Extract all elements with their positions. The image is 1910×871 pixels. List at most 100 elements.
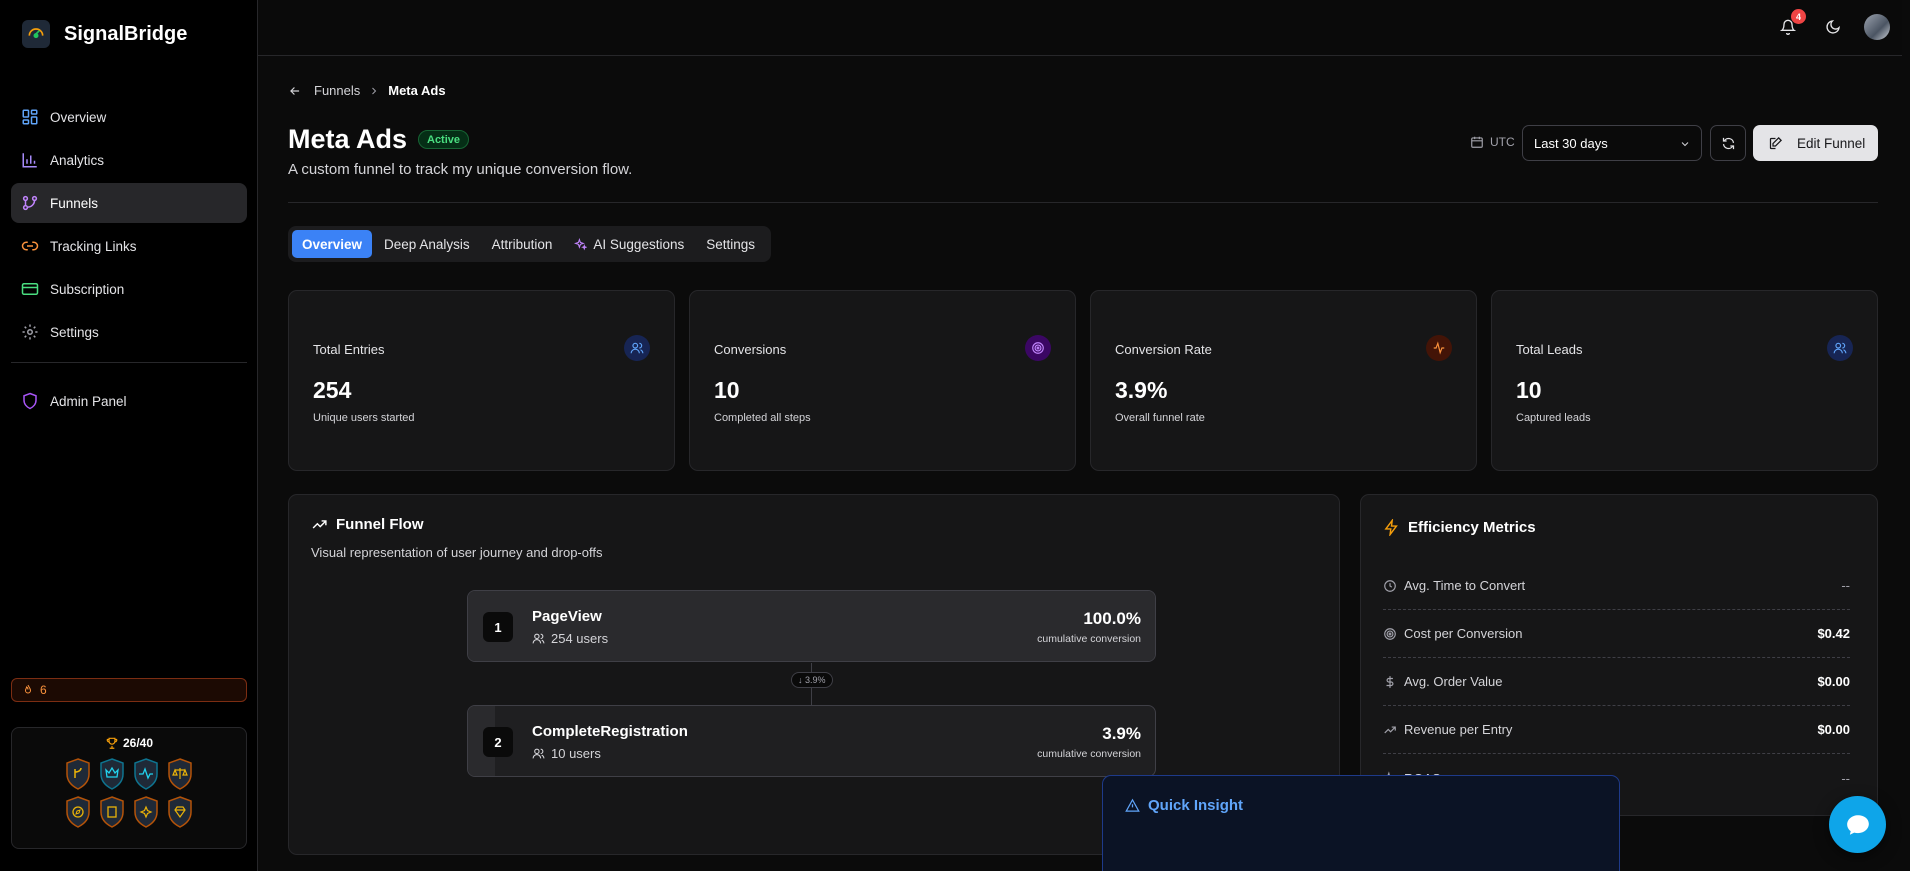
step-progress-fill (468, 591, 1155, 661)
warning-icon (1125, 798, 1140, 812)
stat-value: 10 (714, 377, 740, 403)
chat-bubble-icon (1846, 814, 1869, 835)
sidebar-item-admin-panel[interactable]: Admin Panel (11, 381, 247, 421)
status-badge: Active (418, 130, 470, 149)
sidebar: SignalBridge Overview Analytics Funnels … (0, 0, 258, 871)
activity-icon (1426, 335, 1452, 361)
step-conversion-label: cumulative conversion (1037, 633, 1141, 645)
timezone-label: UTC (1470, 135, 1515, 149)
metric-value: $0.00 (1817, 674, 1850, 689)
step-name: CompleteRegistration (532, 723, 688, 740)
dollar-icon (1386, 675, 1394, 688)
lightning-icon (1384, 519, 1398, 536)
brand-logo-icon (22, 20, 50, 48)
edit-funnel-button[interactable]: Edit Funnel (1753, 125, 1878, 161)
sidebar-item-label: Subscription (50, 281, 125, 297)
stat-sub: Completed all steps (714, 412, 811, 424)
refresh-button[interactable] (1710, 125, 1746, 161)
sidebar-divider (11, 362, 247, 363)
panel-title: Funnel Flow (311, 516, 424, 533)
step-name: PageView (532, 608, 602, 625)
stat-card-conversions: Conversions 10 Completed all steps (689, 290, 1076, 471)
funnel-step[interactable]: 1 PageView 254 users 100.0% cumulative c… (467, 590, 1156, 662)
sidebar-nav: Overview Analytics Funnels Tracking Link… (11, 97, 247, 424)
tab-settings[interactable]: Settings (696, 230, 765, 258)
brand[interactable]: SignalBridge (22, 20, 187, 48)
tab-bar: Overview Deep Analysis Attribution AI Su… (288, 226, 771, 262)
credit-card-icon (21, 283, 39, 295)
step-number: 1 (483, 612, 513, 642)
sidebar-item-subscription[interactable]: Subscription (11, 269, 247, 309)
tab-deep-analysis[interactable]: Deep Analysis (374, 230, 480, 258)
stat-card-total-leads: Total Leads 10 Captured leads (1491, 290, 1878, 471)
stat-sub: Unique users started (313, 412, 415, 424)
page-description: A custom funnel to track my unique conve… (288, 161, 633, 178)
arrow-left-icon[interactable] (288, 84, 302, 98)
tab-overview[interactable]: Overview (292, 230, 373, 258)
scrollbar[interactable] (1902, 0, 1910, 871)
target-icon (1384, 627, 1396, 640)
metric-row: Revenue per Entry $0.00 (1383, 706, 1850, 754)
badge-branch-icon[interactable] (65, 758, 91, 790)
users-icon (532, 633, 545, 644)
streak-count: 6 (40, 683, 47, 697)
calendar-icon (1471, 136, 1483, 148)
tab-ai-suggestions[interactable]: AI Suggestions (564, 230, 694, 258)
sidebar-item-label: Overview (50, 109, 107, 125)
bar-chart-icon (22, 153, 37, 168)
sidebar-item-analytics[interactable]: Analytics (11, 140, 247, 180)
avatar[interactable] (1864, 14, 1890, 40)
funnel-step[interactable]: 2 CompleteRegistration 10 users 3.9% cum… (467, 705, 1156, 777)
sidebar-item-tracking-links[interactable]: Tracking Links (11, 226, 247, 266)
stat-sub: Captured leads (1516, 412, 1591, 424)
panel-title: Quick Insight (1125, 797, 1243, 814)
badge-compass-icon[interactable] (65, 796, 91, 828)
users-icon (532, 748, 545, 759)
badge-crown-icon[interactable] (99, 758, 125, 790)
stat-value: 3.9% (1115, 377, 1168, 403)
badge-pulse-icon[interactable] (133, 758, 159, 790)
trophy-icon (106, 737, 118, 749)
drop-off-badge: ↓ 3.9% (791, 672, 833, 688)
sidebar-item-overview[interactable]: Overview (11, 97, 247, 137)
edit-icon (1769, 136, 1783, 149)
chat-button[interactable] (1829, 796, 1886, 853)
page-title: Meta Ads (288, 124, 408, 154)
efficiency-metrics-panel: Efficiency Metrics Avg. Time to Convert … (1360, 494, 1878, 816)
shield-icon (23, 392, 37, 410)
achievements-panel[interactable]: 26/40 (11, 727, 247, 849)
badge-sparkle-icon[interactable] (133, 796, 159, 828)
sidebar-item-label: Admin Panel (50, 393, 127, 409)
metric-value: -- (1841, 770, 1850, 786)
badge-gem-icon[interactable] (167, 796, 193, 828)
sidebar-item-settings[interactable]: Settings (11, 312, 247, 352)
trending-up-icon (1384, 726, 1396, 733)
notifications-button[interactable]: 4 (1776, 9, 1806, 39)
sidebar-item-funnels[interactable]: Funnels (11, 183, 247, 223)
metric-value: $0.42 (1817, 626, 1850, 641)
git-branch-icon (22, 195, 38, 211)
quick-insight-panel: Quick Insight (1102, 775, 1620, 871)
breadcrumb-current: Meta Ads (388, 83, 446, 98)
streak-badge[interactable]: 6 (11, 678, 247, 702)
badge-book-icon[interactable] (99, 796, 125, 828)
target-icon (1025, 335, 1051, 361)
badge-scale-icon[interactable] (167, 758, 193, 790)
topbar: 4 (258, 0, 1910, 56)
stat-value: 254 (313, 377, 352, 403)
sidebar-item-label: Settings (50, 324, 99, 340)
stat-label: Total Entries (313, 342, 385, 357)
breadcrumb-parent-link[interactable]: Funnels (314, 83, 360, 98)
gear-icon (22, 324, 38, 340)
metric-row: Avg. Order Value $0.00 (1383, 658, 1850, 706)
stat-label: Conversion Rate (1115, 342, 1212, 357)
sparkles-icon (574, 237, 588, 250)
stat-card-conversion-rate: Conversion Rate 3.9% Overall funnel rate (1090, 290, 1477, 471)
theme-toggle-button[interactable] (1821, 15, 1845, 39)
metric-value: $0.00 (1817, 722, 1850, 737)
step-users: 254 users (532, 631, 608, 646)
date-range-select[interactable]: Last 30 days (1522, 125, 1702, 161)
step-users: 10 users (532, 746, 601, 761)
chevron-right-icon (372, 87, 377, 94)
tab-attribution[interactable]: Attribution (482, 230, 563, 258)
